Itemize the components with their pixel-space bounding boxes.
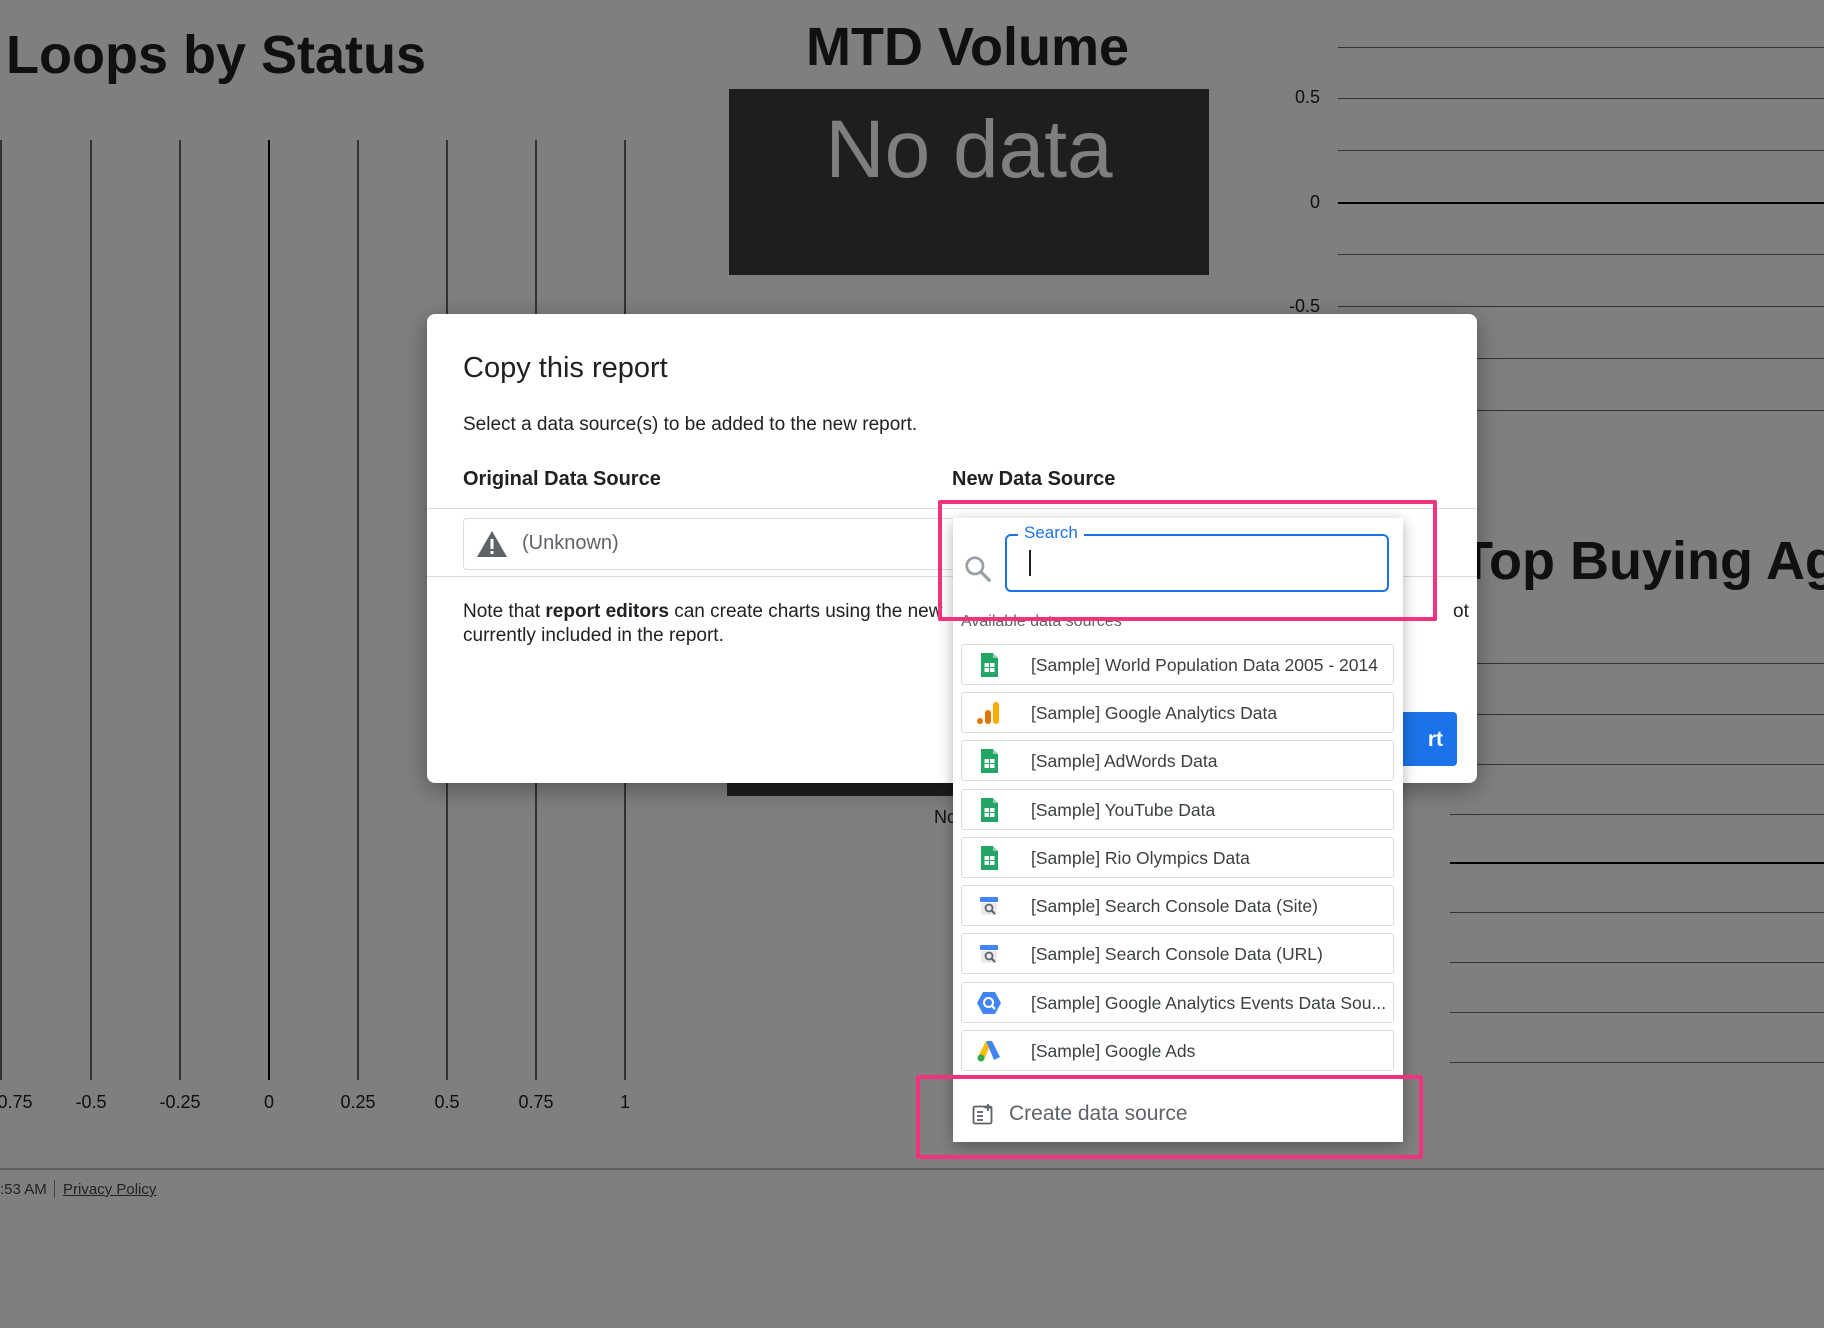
data-source-label: [Sample] YouTube Data — [1031, 800, 1216, 820]
sheets-icon — [981, 798, 998, 822]
original-data-source-value: (Unknown) — [522, 532, 619, 554]
dialog-subtitle: Select a data source(s) to be added to t… — [463, 414, 918, 435]
sheets-icon — [981, 846, 998, 870]
search-console-icon — [980, 897, 998, 915]
sheets-icon — [981, 749, 998, 773]
note-tail: ot — [1453, 601, 1469, 622]
new-data-source-heading: New Data Source — [952, 468, 1116, 490]
data-source-item[interactable]: [Sample] Google Analytics Data — [961, 692, 1394, 733]
data-source-label: [Sample] Google Ads — [1031, 1041, 1196, 1061]
data-source-label: [Sample] World Population Data 2005 - 20… — [1031, 655, 1378, 675]
note-rest: can create charts using the new — [668, 601, 943, 622]
data-source-label: [Sample] Google Analytics Data — [1031, 703, 1278, 723]
search-console-icon — [980, 945, 998, 963]
original-data-source-field: (Unknown) — [463, 518, 979, 570]
data-source-label: [Sample] AdWords Data — [1031, 751, 1218, 771]
bigquery-icon — [977, 992, 1001, 1014]
data-source-item[interactable]: [Sample] Search Console Data (Site) — [961, 885, 1394, 926]
sheets-icon — [981, 653, 998, 677]
warning-icon — [477, 531, 507, 557]
data-source-item[interactable]: [Sample] YouTube Data — [961, 789, 1394, 830]
data-source-label: [Sample] Rio Olympics Data — [1031, 848, 1250, 868]
data-source-item[interactable]: [Sample] Search Console Data (URL) — [961, 933, 1394, 974]
original-data-source-heading: Original Data Source — [463, 468, 661, 490]
note-prefix: Note that — [463, 601, 546, 622]
data-source-label: [Sample] Google Analytics Events Data So… — [1031, 993, 1387, 1013]
data-source-item[interactable]: [Sample] World Population Data 2005 - 20… — [961, 644, 1394, 685]
data-source-label: [Sample] Search Console Data (Site) — [1031, 896, 1318, 916]
note-bold: report editors — [545, 601, 669, 622]
data-source-item[interactable]: [Sample] AdWords Data — [961, 740, 1394, 781]
analytics-icon — [977, 702, 999, 724]
data-source-item[interactable]: [Sample] Google Ads — [961, 1030, 1394, 1071]
dialog-title: Copy this report — [463, 352, 668, 384]
google-ads-icon — [977, 1041, 1000, 1062]
data-source-item[interactable]: [Sample] Google Analytics Events Data So… — [961, 982, 1394, 1023]
search-highlight-box — [938, 500, 1437, 621]
create-data-source-highlight-box — [916, 1075, 1423, 1159]
data-source-label: [Sample] Search Console Data (URL) — [1031, 944, 1323, 964]
data-source-item[interactable]: [Sample] Rio Olympics Data — [961, 837, 1394, 878]
